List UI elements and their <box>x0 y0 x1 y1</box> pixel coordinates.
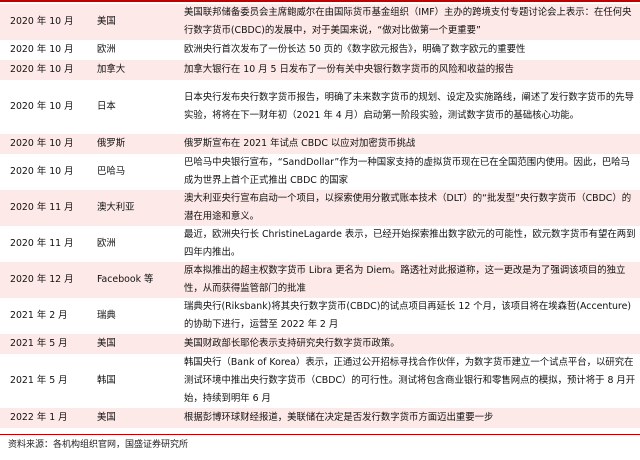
date-cell: 2020 年 10 月 <box>0 60 89 80</box>
table-row: 2020 年 10 月 俄罗斯 俄罗斯宣布在 2021 年试点 CBDC 以应对… <box>0 134 640 154</box>
table-row: 2020 年 10 月 欧洲 欧洲央行首次发布了一份长达 50 页的《数字欧元报… <box>0 40 640 60</box>
date-cell: 2020 年 11 月 <box>0 190 89 226</box>
region-cell: 欧洲 <box>89 226 180 262</box>
table-row: 2020 年 11 月 欧洲 最近，欧洲央行长 ChristineLagarde… <box>0 226 640 262</box>
region-cell: 美国 <box>89 408 180 428</box>
table-row: 2022 年 1 月 美国 根据彭博环球财经报道，美联储在决定是否发行数字货币方… <box>0 408 640 428</box>
table-row: 2021 年 5 月 韩国 韩国央行（Bank of Korea）表示，正通过公… <box>0 354 640 408</box>
date-cell: 2020 年 12 月 <box>0 262 89 298</box>
event-cell: 巴哈马中央银行宣布，“SandDollar”作为一种国家支持的虚拟货币现在已在全… <box>180 154 640 190</box>
cbdc-timeline-table: 2020 年 10 月 美国 美国联邦储备委员会主席鲍威尔在由国际货币基金组织（… <box>0 4 640 428</box>
event-cell: 美国联邦储备委员会主席鲍威尔在由国际货币基金组织（IMF）主办的跨境支付专题讨论… <box>180 4 640 40</box>
event-cell: 加拿大银行在 10 月 5 日发布了一份有关中央银行数字货币的风险和收益的报告 <box>180 60 640 80</box>
date-cell: 2020 年 10 月 <box>0 40 89 60</box>
region-cell: 澳大利亚 <box>89 190 180 226</box>
event-cell: 最近，欧洲央行长 ChristineLagarde 表示，已经开始探索推出数字欧… <box>180 226 640 262</box>
table-row: 2021 年 2 月 瑞典 瑞典央行(Riksbank)将其央行数字货币(CBD… <box>0 298 640 334</box>
event-cell: 俄罗斯宣布在 2021 年试点 CBDC 以应对加密货币挑战 <box>180 134 640 154</box>
region-cell: 日本 <box>89 80 180 134</box>
event-cell: 根据彭博环球财经报道，美联储在决定是否发行数字货币方面迈出重要一步 <box>180 408 640 428</box>
region-cell: 瑞典 <box>89 298 180 334</box>
top-rule <box>0 0 640 2</box>
date-cell: 2021 年 5 月 <box>0 354 89 408</box>
date-cell: 2020 年 10 月 <box>0 134 89 154</box>
date-cell: 2020 年 11 月 <box>0 226 89 262</box>
event-cell: 澳大利亚央行宣布启动一个项目，以探索使用分散式账本技术（DLT）的“批发型”央行… <box>180 190 640 226</box>
event-cell: 原本拟推出的超主权数字货币 Libra 更名为 Diem。路透社对此报道称，这一… <box>180 262 640 298</box>
table-row: 2020 年 10 月 加拿大 加拿大银行在 10 月 5 日发布了一份有关中央… <box>0 60 640 80</box>
region-cell: 巴哈马 <box>89 154 180 190</box>
region-cell: 欧洲 <box>89 40 180 60</box>
region-cell: 美国 <box>89 334 180 354</box>
event-cell: 日本央行发布央行数字货币报告，明确了未来数字货币的规划、设定及实施路线，阐述了发… <box>180 80 640 134</box>
table-row: 2020 年 10 月 美国 美国联邦储备委员会主席鲍威尔在由国际货币基金组织（… <box>0 4 640 40</box>
region-cell: Facebook 等 <box>89 262 180 298</box>
table-row: 2020 年 10 月 巴哈马 巴哈马中央银行宣布，“SandDollar”作为… <box>0 154 640 190</box>
table-row: 2020 年 10 月 日本 日本央行发布央行数字货币报告，明确了未来数字货币的… <box>0 80 640 134</box>
event-cell: 欧洲央行首次发布了一份长达 50 页的《数字欧元报告》，明确了数字欧元的重要性 <box>180 40 640 60</box>
date-cell: 2021 年 5 月 <box>0 334 89 354</box>
region-cell: 俄罗斯 <box>89 134 180 154</box>
bottom-rule <box>0 434 640 435</box>
date-cell: 2022 年 1 月 <box>0 408 89 428</box>
date-cell: 2020 年 10 月 <box>0 4 89 40</box>
region-cell: 美国 <box>89 4 180 40</box>
table-row: 2020 年 12 月 Facebook 等 原本拟推出的超主权数字货币 Lib… <box>0 262 640 298</box>
region-cell: 加拿大 <box>89 60 180 80</box>
event-cell: 瑞典央行(Riksbank)将其央行数字货币(CBDC)的试点项目再延长 12 … <box>180 298 640 334</box>
table-row: 2020 年 11 月 澳大利亚 澳大利亚央行宣布启动一个项目，以探索使用分散式… <box>0 190 640 226</box>
region-cell: 韩国 <box>89 354 180 408</box>
date-cell: 2020 年 10 月 <box>0 154 89 190</box>
event-cell: 美国财政部长耶伦表示支持研究央行数字货币政策。 <box>180 334 640 354</box>
date-cell: 2020 年 10 月 <box>0 80 89 134</box>
table-row: 2021 年 5 月 美国 美国财政部长耶伦表示支持研究央行数字货币政策。 <box>0 334 640 354</box>
source-note: 资料来源：各机构组织官网，国盛证券研究所 <box>8 440 189 450</box>
date-cell: 2021 年 2 月 <box>0 298 89 334</box>
event-cell: 韩国央行（Bank of Korea）表示，正通过公开招标寻找合作伙伴，为数字货… <box>180 354 640 408</box>
